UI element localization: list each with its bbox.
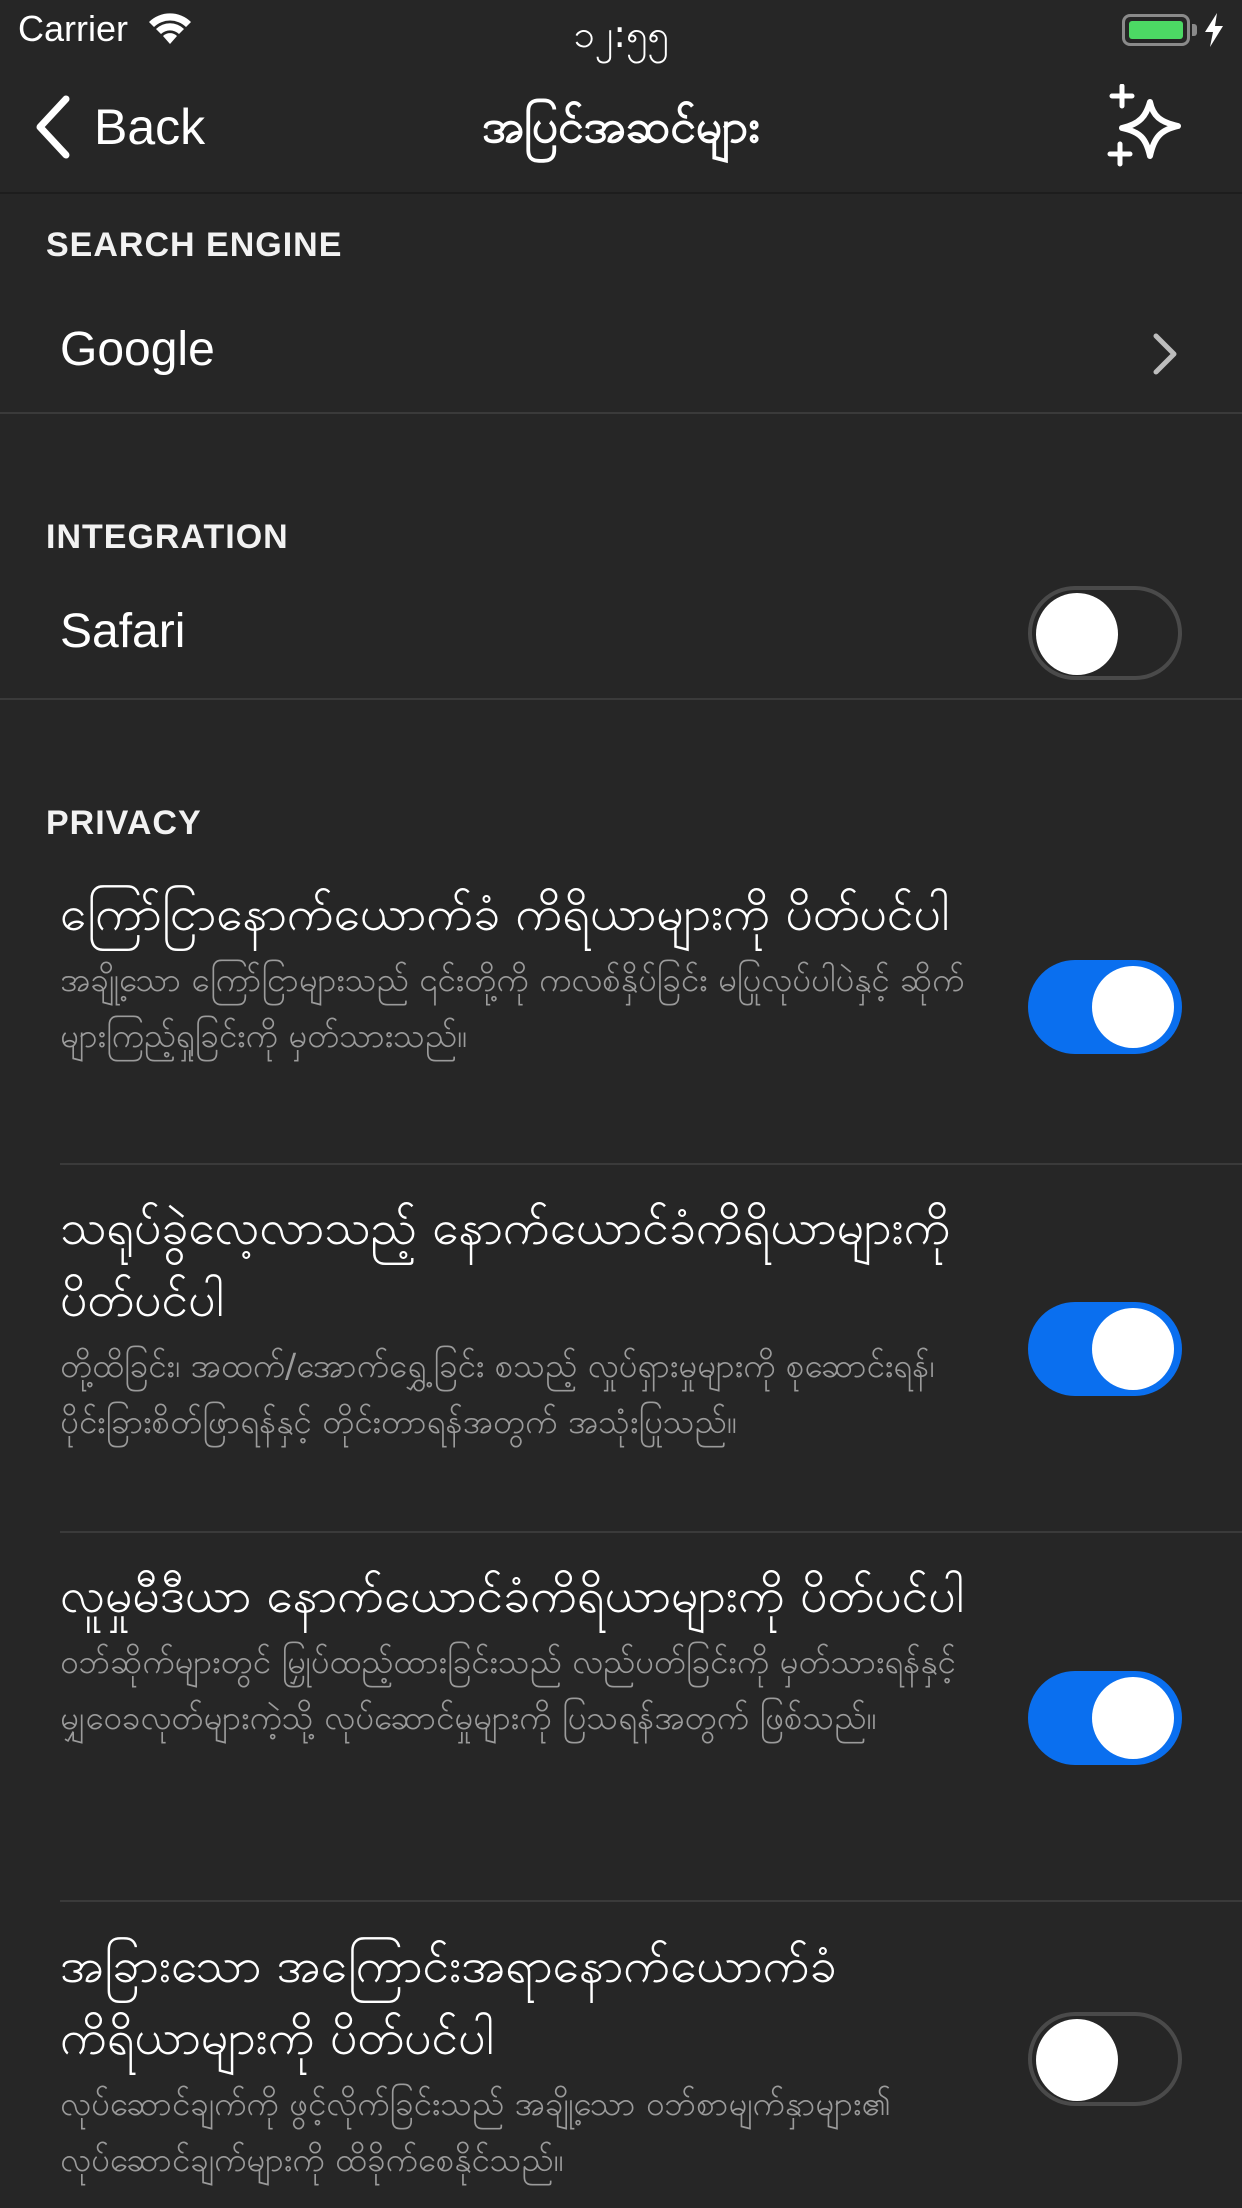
row-divider bbox=[60, 1163, 1242, 1165]
privacy-item-title: အခြားသော အကြောင်းအရာနောက်ယောက်ခံ ကိရိယာမ… bbox=[60, 1938, 837, 2066]
privacy-item-analytics-trackers: သရုပ်ခွဲလေ့လာသည့် နောက်ယောင်ခံကိရိယာများ… bbox=[60, 1192, 980, 1450]
charging-bolt-icon bbox=[1205, 13, 1223, 47]
safari-row: Safari bbox=[0, 580, 1242, 698]
ad-trackers-toggle[interactable] bbox=[1028, 960, 1182, 1054]
privacy-item-description: ဝဘ်ဆိုက်များတွင် မြှုပ်ထည့်ထားခြင်းသည် လ… bbox=[60, 1642, 956, 1737]
section-divider bbox=[0, 698, 1242, 700]
analytics-trackers-toggle[interactable] bbox=[1028, 1302, 1182, 1396]
privacy-item-description: လုပ်ဆောင်ချက်ကို ဖွင့်လိုက်ခြင်းသည် အချိ… bbox=[60, 2084, 891, 2179]
row-divider bbox=[60, 1531, 1242, 1533]
sparkle-icon[interactable] bbox=[1104, 84, 1192, 172]
privacy-item-other-trackers: အခြားသော အကြောင်းအရာနောက်ယောက်ခံ ကိရိယာမ… bbox=[60, 1930, 980, 2188]
privacy-item-title: ကြော်ငြာနောက်ယောက်ခံ ကိရိယာများကို ပိတ်ပ… bbox=[60, 886, 950, 942]
status-bar: Carrier ၁၂:၅၅ bbox=[0, 0, 1242, 62]
privacy-item-title: သရုပ်ခွဲလေ့လာသည့် နောက်ယောင်ခံကိရိယာများ… bbox=[60, 1200, 951, 1328]
navigation-bar: Back အပြင်အဆင်များ bbox=[0, 62, 1242, 194]
search-engine-row[interactable]: Google bbox=[0, 300, 1242, 412]
safari-label: Safari bbox=[60, 605, 186, 658]
search-engine-value: Google bbox=[60, 323, 215, 376]
chevron-right-icon bbox=[1153, 333, 1177, 375]
privacy-item-description: တို့ထိခြင်း၊ အထက်/အောက်ရွှေ့ခြင်း စသည့် … bbox=[60, 1346, 935, 1441]
privacy-header: PRIVACY bbox=[46, 804, 202, 842]
status-time: ၁၂:၅၅ bbox=[573, 12, 669, 56]
other-trackers-toggle[interactable] bbox=[1028, 2012, 1182, 2106]
privacy-item-ad-trackers: ကြော်ငြာနောက်ယောက်ခံ ကိရိယာများကို ပိတ်ပ… bbox=[60, 878, 980, 1064]
safari-toggle[interactable] bbox=[1028, 586, 1182, 680]
search-engine-header: SEARCH ENGINE bbox=[46, 226, 343, 264]
battery-icon bbox=[1122, 14, 1190, 46]
section-divider bbox=[0, 412, 1242, 414]
privacy-item-title: လူမှုမီဒီယာ နောက်ယောင်ခံကိရိယာများကို ပိ… bbox=[60, 1568, 964, 1624]
row-divider bbox=[60, 1900, 1242, 1902]
privacy-item-social-trackers: လူမှုမီဒီယာ နောက်ယောင်ခံကိရိယာများကို ပိ… bbox=[60, 1560, 980, 1746]
integration-header: INTEGRATION bbox=[46, 518, 289, 556]
privacy-item-description: အချို့သော ကြော်ငြာများသည် ၎င်းတို့ကို ကလ… bbox=[60, 960, 965, 1055]
page-title: အပြင်အဆင်များ bbox=[481, 99, 761, 153]
social-trackers-toggle[interactable] bbox=[1028, 1671, 1182, 1765]
battery-nub bbox=[1192, 24, 1197, 36]
